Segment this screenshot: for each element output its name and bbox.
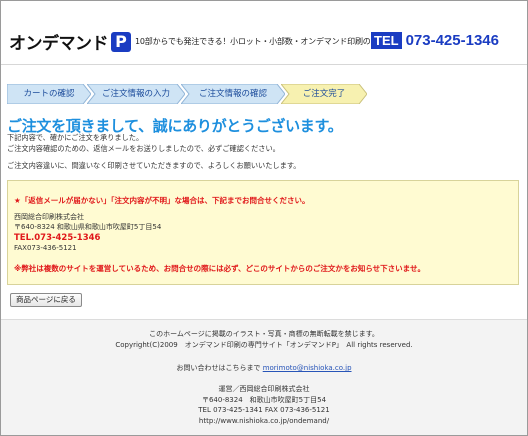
contact-email-link[interactable]: morimoto@nishioka.co.jp: [263, 364, 352, 372]
page-frame: オンデマンド P 10部からでも発注できる！小ロット・小部数・オンデマンド印刷の…: [0, 0, 528, 436]
contact-label: お問い合わせはこちらまで: [176, 364, 261, 372]
step-input: ご注文情報の入力: [87, 84, 185, 104]
site-header: オンデマンド P 10部からでも発注できる！小ロット・小部数・オンデマンド印刷の…: [1, 1, 527, 65]
step-cart: カートの確認: [7, 84, 91, 104]
notice-multisite-warning: ※弊社は複数のサイトを運営しているため、お問合せの際には必ず、どこのサイトからの…: [14, 264, 425, 273]
step-label: カートの確認: [23, 89, 75, 99]
site-footer: このホームページに掲載のイラスト・写真・商標の無断転載を禁じます。 Copyri…: [1, 319, 527, 435]
step-label: ご注文情報の入力: [101, 89, 170, 99]
site-tagline: 10部からでも発注できる！小ロット・小部数・オンデマンド印刷の専門店: [135, 37, 394, 46]
footer-url[interactable]: http://www.nishioka.co.jp/ondemand/: [1, 417, 527, 425]
notice-fax: FAX073-436-5121: [14, 244, 77, 252]
step-label: ご注文完了: [302, 89, 346, 99]
footer-operator: 運営／西岡総合印刷株式会社: [218, 385, 310, 393]
footer-contact: お問い合わせはこちらまで morimoto@nishioka.co.jp: [1, 363, 527, 373]
tel-number: 073-425-1346: [405, 32, 499, 49]
checkout-steps: カートの確認 ご注文情報の入力 ご注文情報の確認 ご注文完了: [7, 84, 367, 104]
logo-text: オンデマンド: [9, 34, 109, 54]
footer-copy-notice: このホームページに掲載のイラスト・写真・商標の無断転載を禁じます。: [149, 330, 379, 338]
step-complete: ご注文完了: [281, 84, 367, 104]
notice-address: 〒640-8324 和歌山県和歌山市吹屋町5丁目54: [14, 223, 162, 231]
footer-address: 〒640-8324 和歌山市吹屋町5丁目54: [201, 396, 327, 404]
site-logo[interactable]: オンデマンド P: [9, 29, 131, 54]
footer-copyright: Copyright(C)2009 オンデマンド印刷の専門サイト「オンデマンドP」…: [115, 341, 413, 349]
confirm-line-1: 下記内容で、確かにご注文を承りました。: [7, 133, 144, 142]
header-phone: TEL 073-425-1346: [371, 32, 499, 49]
confirm-line-3: ご注文内容違いに、間違いなく印刷させていただきますので、よろしくお願いいたします…: [7, 161, 301, 170]
confirm-line-2: ご注文内容確認のための、返信メールをお送りしましたので、必ずご確認ください。: [7, 144, 280, 153]
logo-p-mark: P: [111, 31, 131, 52]
step-label: ご注文情報の確認: [198, 89, 267, 99]
tel-badge: TEL: [371, 32, 402, 49]
back-to-product-button[interactable]: 商品ページに戻る: [10, 293, 82, 307]
contact-notice-box: ★「返信メールが届かない」「注文内容が不明」な場合は、下記までお問合せください。…: [7, 180, 519, 285]
footer-telfax: TEL 073-425-1341 FAX 073-436-5121: [198, 406, 330, 414]
notice-warning: ★「返信メールが届かない」「注文内容が不明」な場合は、下記までお問合せください。: [14, 196, 310, 205]
notice-tel: TEL.073-425-1346: [14, 233, 101, 243]
step-confirm: ご注文情報の確認: [181, 84, 285, 104]
notice-company: 西岡総合印刷株式会社: [14, 213, 84, 221]
